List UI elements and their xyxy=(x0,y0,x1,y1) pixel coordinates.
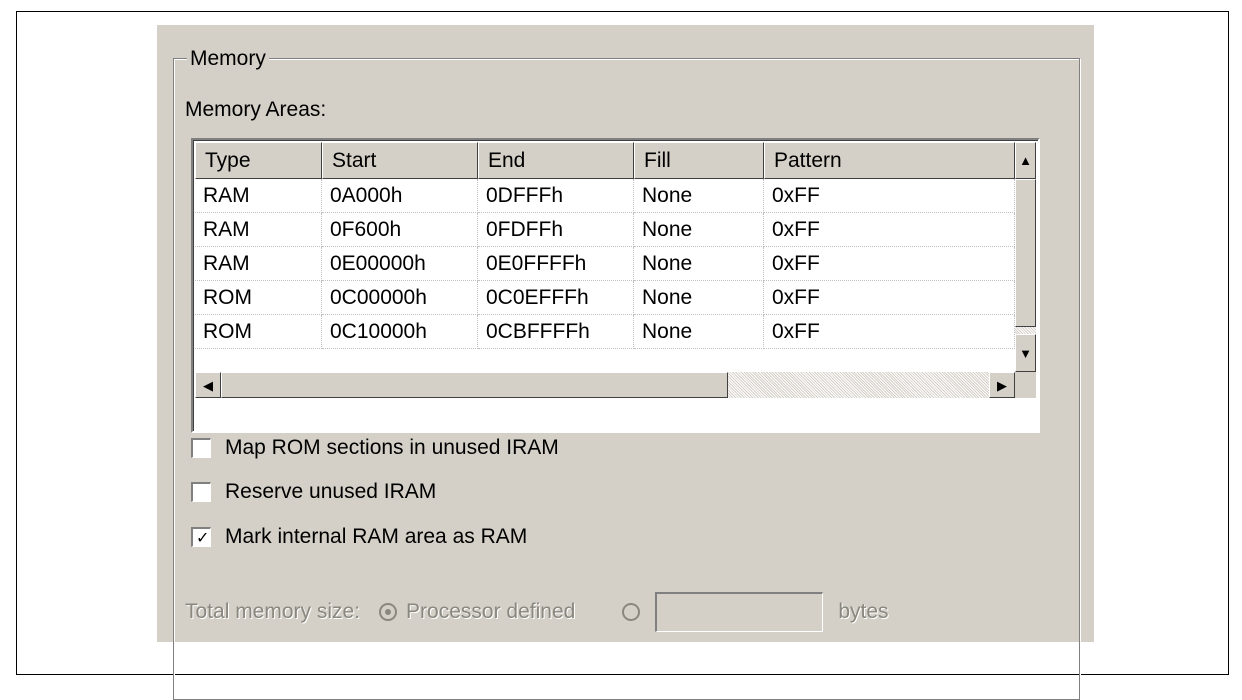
table-row[interactable]: RAM 0A000h 0DFFFh None 0xFF xyxy=(195,179,1015,213)
memory-group-title: Memory xyxy=(187,47,269,71)
arrow-down-icon: ▼ xyxy=(1019,345,1032,361)
table-row[interactable]: ROM 0C10000h 0CBFFFFh None 0xFF xyxy=(195,315,1015,349)
table-row[interactable]: RAM 0E00000h 0E0FFFFh None 0xFF xyxy=(195,247,1015,281)
cell-type: RAM xyxy=(195,213,322,247)
cell-end: 0E0FFFFh xyxy=(478,247,634,281)
processor-defined-radio[interactable] xyxy=(379,603,398,621)
reserve-unused-iram-label: Reserve unused IRAM xyxy=(225,480,437,503)
map-rom-sections-checkbox[interactable] xyxy=(191,438,211,458)
checkmark-icon: ✓ xyxy=(196,530,210,547)
mark-internal-ram-checkbox[interactable]: ✓ xyxy=(191,527,211,547)
reserve-unused-iram-option[interactable]: Reserve unused IRAM xyxy=(191,480,436,504)
processor-defined-label: Processor defined xyxy=(406,600,576,623)
total-memory-size-label: Total memory size: xyxy=(185,600,361,623)
scroll-right-button[interactable]: ▶ xyxy=(989,372,1015,398)
cell-end: 0CBFFFFh xyxy=(478,315,634,349)
memory-size-input[interactable] xyxy=(655,592,824,632)
vertical-scroll-thumb[interactable] xyxy=(1015,179,1036,327)
vertical-scrollbar[interactable]: ▲ ▼ xyxy=(1015,142,1036,372)
cell-type: RAM xyxy=(195,247,322,281)
cell-fill: None xyxy=(634,179,764,213)
cell-pattern: 0xFF xyxy=(764,179,1015,213)
arrow-right-icon: ▶ xyxy=(997,377,1007,393)
cell-end: 0DFFFh xyxy=(478,179,634,213)
scroll-left-button[interactable]: ◀ xyxy=(195,372,221,398)
radio-selected-dot xyxy=(385,609,392,615)
map-rom-sections-option[interactable]: Map ROM sections in unused IRAM xyxy=(191,436,559,460)
cell-pattern: 0xFF xyxy=(764,281,1015,315)
cell-start: 0A000h xyxy=(322,179,478,213)
list-header: Type Start End Fill Pattern xyxy=(195,142,1015,179)
arrow-left-icon: ◀ xyxy=(203,377,213,393)
column-header-type[interactable]: Type xyxy=(195,142,322,179)
cell-start: 0E00000h xyxy=(322,247,478,281)
cell-fill: None xyxy=(634,315,764,349)
column-header-start[interactable]: Start xyxy=(322,142,478,179)
cell-fill: None xyxy=(634,247,764,281)
scrollbar-corner xyxy=(1015,372,1036,398)
memory-areas-label: Memory Areas: xyxy=(185,98,327,121)
cell-fill: None xyxy=(634,213,764,247)
column-header-pattern[interactable]: Pattern xyxy=(764,142,1015,179)
cell-start: 0F600h xyxy=(322,213,478,247)
horizontal-scrollbar[interactable]: ◀ ▶ xyxy=(195,372,1015,398)
memory-areas-list[interactable]: Type Start End Fill Pattern RAM 0A000h 0… xyxy=(191,138,1040,433)
cell-pattern: 0xFF xyxy=(764,213,1015,247)
arrow-up-icon: ▲ xyxy=(1019,153,1032,168)
scroll-up-button[interactable]: ▲ xyxy=(1015,142,1036,179)
map-rom-sections-label: Map ROM sections in unused IRAM xyxy=(225,436,559,459)
cell-type: ROM xyxy=(195,281,322,315)
cell-type: RAM xyxy=(195,179,322,213)
custom-size-radio[interactable] xyxy=(622,603,641,621)
cell-type: ROM xyxy=(195,315,322,349)
cell-end: 0FDFFh xyxy=(478,213,634,247)
table-row[interactable]: ROM 0C00000h 0C0EFFFh None 0xFF xyxy=(195,281,1015,315)
cell-pattern: 0xFF xyxy=(764,315,1015,349)
reserve-unused-iram-checkbox[interactable] xyxy=(191,482,211,502)
total-memory-size-row: Total memory size: Processor defined byt… xyxy=(185,592,889,632)
column-header-end[interactable]: End xyxy=(478,142,634,179)
bytes-unit-label: bytes xyxy=(838,600,889,623)
horizontal-scroll-thumb[interactable] xyxy=(221,372,728,398)
cell-fill: None xyxy=(634,281,764,315)
cell-start: 0C10000h xyxy=(322,315,478,349)
column-header-fill[interactable]: Fill xyxy=(634,142,764,179)
mark-internal-ram-option[interactable]: ✓ Mark internal RAM area as RAM xyxy=(191,525,527,549)
memory-settings-panel: Memory Memory Areas: Type Start End Fill… xyxy=(157,25,1094,700)
cell-end: 0C0EFFFh xyxy=(478,281,634,315)
cell-pattern: 0xFF xyxy=(764,247,1015,281)
table-row[interactable]: RAM 0F600h 0FDFFh None 0xFF xyxy=(195,213,1015,247)
scroll-down-button[interactable]: ▼ xyxy=(1015,334,1036,372)
list-rows: RAM 0A000h 0DFFFh None 0xFF RAM 0F600h 0… xyxy=(195,179,1015,349)
mark-internal-ram-label: Mark internal RAM area as RAM xyxy=(225,525,528,548)
cell-start: 0C00000h xyxy=(322,281,478,315)
